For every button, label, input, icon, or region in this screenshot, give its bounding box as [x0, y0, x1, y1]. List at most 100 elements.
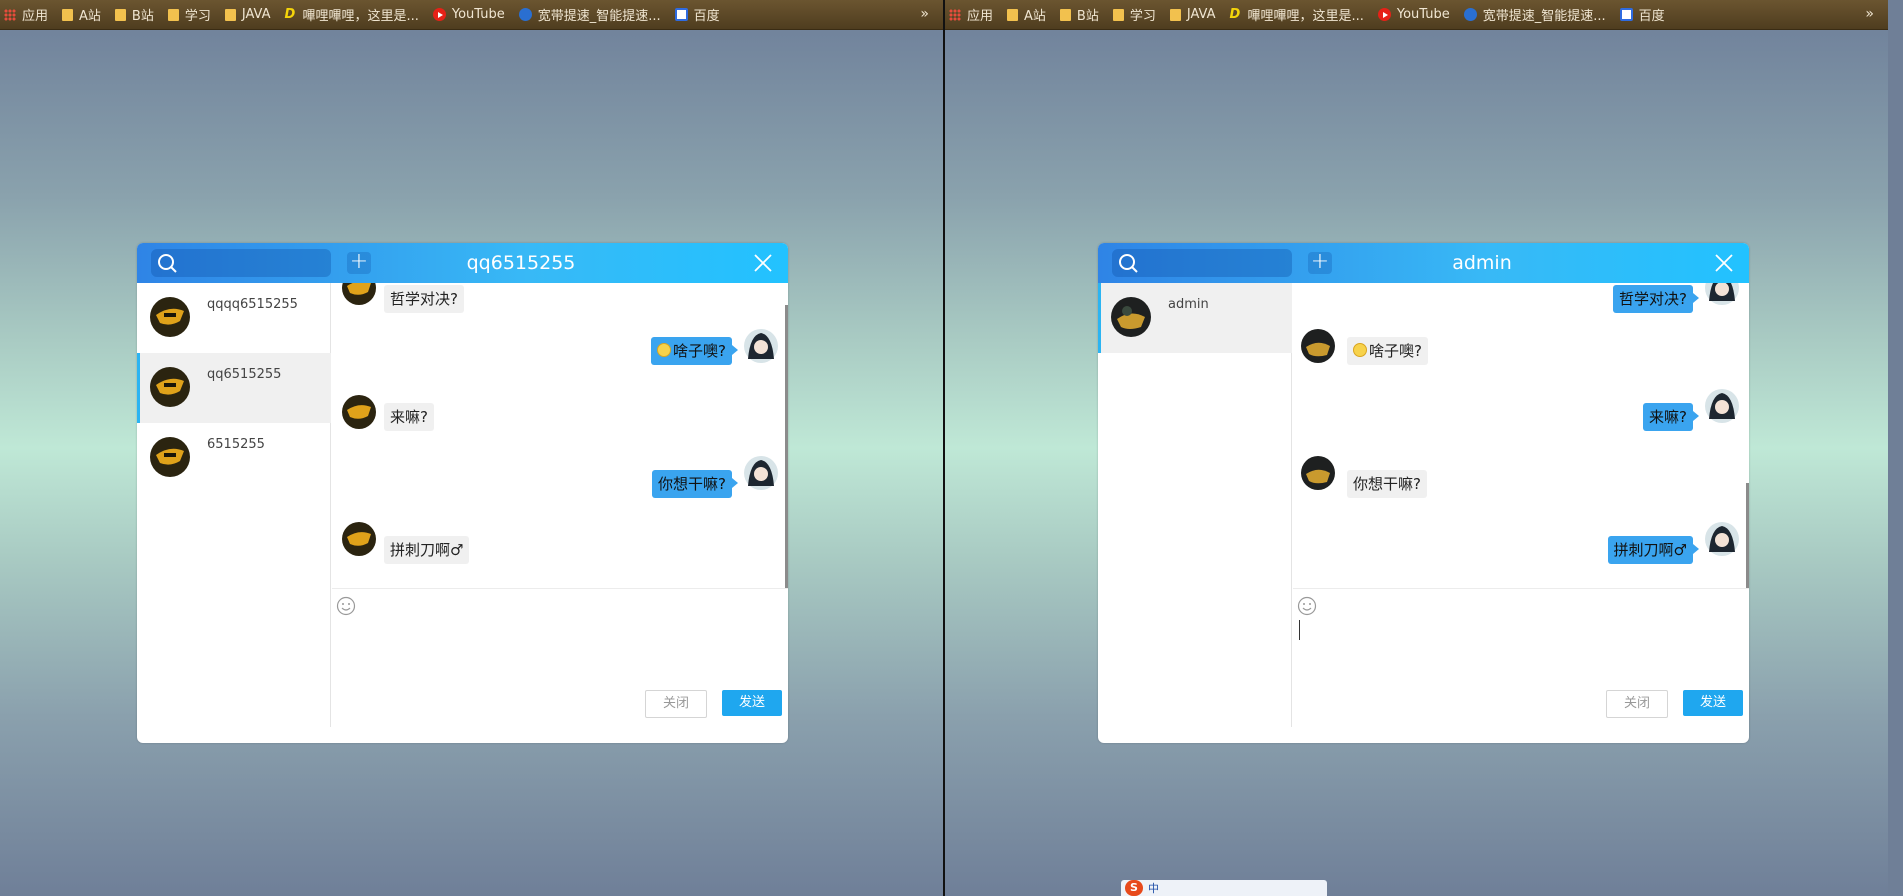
contact-name: qqqq6515255 [207, 297, 298, 312]
close-icon[interactable] [754, 254, 772, 272]
bookmark-b-site[interactable]: B站 [114, 5, 154, 24]
right-browser-window: 应用 A站 B站 学习 JAVA D 嗶哩嗶哩，这里是... YouTube 宽带… [945, 0, 1888, 896]
contact-avatar [150, 297, 190, 337]
bookmark-java[interactable]: JAVA [1169, 7, 1216, 22]
youtube-icon [1377, 8, 1391, 21]
left-browser-window: 应用 A站 B站 学习 JAVA D 嗶哩嗶哩，这里是... YouTube 宽带… [0, 0, 943, 896]
search-box[interactable] [151, 249, 331, 277]
message-text: 啥子噢? [673, 342, 726, 360]
message-row: 啥子噢? [332, 329, 788, 375]
self-avatar [1705, 522, 1739, 556]
contact-item-active[interactable]: admin [1098, 283, 1292, 353]
youtube-icon [432, 8, 446, 21]
bookmark-apps[interactable]: 应用 [4, 5, 48, 24]
bookmark-apps[interactable]: 应用 [949, 5, 993, 24]
bookmark-java[interactable]: JAVA [224, 7, 271, 22]
folder-icon [62, 8, 74, 21]
search-icon [158, 254, 177, 273]
bookmark-label: JAVA [241, 7, 271, 22]
message-composer[interactable]: 关闭 发送 [332, 590, 788, 727]
search-box[interactable] [1112, 249, 1292, 277]
bookmark-broadband[interactable]: 宽带提速_智能提速... [1463, 5, 1606, 24]
folder-icon [114, 8, 126, 21]
message-bubble-incoming: 啥子噢? [1347, 337, 1428, 365]
text-caret [1299, 620, 1300, 640]
sender-avatar [1301, 329, 1335, 363]
add-contact-button[interactable]: + [347, 251, 371, 274]
emoji-picker-icon[interactable] [1297, 596, 1317, 616]
message-row: 你想干嘛? [332, 456, 788, 508]
message-bubble-incoming: 你想干嘛? [1347, 470, 1427, 498]
message-row: 哲学对决? [332, 283, 788, 323]
send-button[interactable]: 发送 [1683, 690, 1743, 716]
emoji-picker-icon[interactable] [336, 596, 356, 616]
bookmark-label: JAVA [1186, 7, 1216, 22]
sogou-logo-icon: S [1125, 880, 1143, 896]
bookmark-baidu[interactable]: 百度 [674, 5, 720, 24]
bookmark-label: 学习 [184, 9, 211, 24]
baidu-icon [1619, 8, 1633, 21]
self-avatar [1705, 283, 1739, 305]
apps-grid-icon [949, 8, 961, 21]
contact-list: qqqq6515255 qq6515255 6515255 [137, 283, 331, 727]
message-scrollbar[interactable] [785, 305, 788, 588]
contact-list: admin [1098, 283, 1292, 727]
bookmark-b-site[interactable]: B站 [1059, 5, 1099, 24]
sender-avatar [342, 395, 376, 429]
folder-icon [1059, 8, 1071, 21]
message-row: 拼刺刀啊♂ [332, 522, 788, 574]
bookmark-label: 百度 [1638, 9, 1665, 24]
bookmarks-overflow-button[interactable]: » [920, 6, 929, 22]
message-row: 啥子噢? [1293, 329, 1749, 375]
contact-item-active[interactable]: qq6515255 [137, 353, 331, 423]
smiley-emoji-icon [1353, 343, 1367, 357]
message-row: 你想干嘛? [1293, 456, 1749, 508]
chat-header: + qq6515255 [137, 243, 788, 283]
message-text: 啥子噢? [1369, 342, 1422, 360]
ime-mode-label: 中 [1148, 882, 1159, 895]
contact-avatar [150, 437, 190, 477]
message-list: 哲学对决? 啥子噢? 来嘛? 你想干嘛? 拼刺刀啊♂ [1293, 283, 1749, 589]
smiley-emoji-icon [657, 343, 672, 357]
chat-header: + admin [1098, 243, 1749, 283]
self-avatar [744, 329, 778, 363]
contact-item[interactable]: 6515255 [137, 423, 331, 493]
chat-window: + admin admin 哲学对决? 啥子噢? 来嘛? 你想干嘛? 拼刺刀啊♂… [1098, 243, 1749, 743]
close-button[interactable]: 关闭 [1606, 690, 1668, 718]
telecom-icon [518, 8, 532, 21]
bookmark-label: 应用 [22, 9, 49, 24]
close-button[interactable]: 关闭 [645, 690, 707, 718]
contact-avatar [150, 367, 190, 407]
message-row: 哲学对决? [1293, 283, 1749, 323]
bookmark-study[interactable]: 学习 [167, 5, 211, 24]
bookmark-youtube[interactable]: YouTube [432, 7, 505, 22]
bookmark-label: B站 [1076, 9, 1099, 24]
bookmark-label: 应用 [967, 9, 994, 24]
add-contact-button[interactable]: + [1308, 251, 1332, 274]
contact-name: admin [1168, 297, 1209, 312]
bookmark-baidu[interactable]: 百度 [1619, 5, 1665, 24]
sender-avatar [342, 522, 376, 556]
message-bubble-incoming: 哲学对决? [384, 285, 464, 313]
message-bubble-outgoing: 啥子噢? [651, 337, 738, 365]
send-button[interactable]: 发送 [722, 690, 782, 716]
contact-name: qq6515255 [207, 367, 282, 382]
self-avatar [744, 456, 778, 490]
bilibili-icon: D [1229, 7, 1241, 22]
bookmark-youtube[interactable]: YouTube [1377, 7, 1450, 22]
contact-item[interactable]: qqqq6515255 [137, 283, 331, 353]
bookmarks-bar: 应用 A站 B站 学习 JAVA D 嗶哩嗶哩，这里是... YouTube 宽带… [945, 0, 1888, 30]
message-composer[interactable]: 关闭 发送 [1293, 590, 1749, 727]
bookmark-a-site[interactable]: A站 [62, 5, 101, 24]
ime-toolbar[interactable]: S 中 [1121, 880, 1327, 896]
bookmark-bilibili[interactable]: D 嗶哩嗶哩，这里是... [284, 5, 418, 24]
bookmark-label: 百度 [693, 9, 720, 24]
close-icon[interactable] [1715, 254, 1733, 272]
message-scrollbar[interactable] [1746, 483, 1749, 588]
bookmark-study[interactable]: 学习 [1112, 5, 1156, 24]
bookmark-bilibili[interactable]: D 嗶哩嗶哩，这里是... [1229, 5, 1363, 24]
baidu-icon [674, 8, 688, 21]
bookmarks-overflow-button[interactable]: » [1865, 6, 1874, 22]
bookmark-a-site[interactable]: A站 [1007, 5, 1046, 24]
bookmark-broadband[interactable]: 宽带提速_智能提速... [518, 5, 661, 24]
